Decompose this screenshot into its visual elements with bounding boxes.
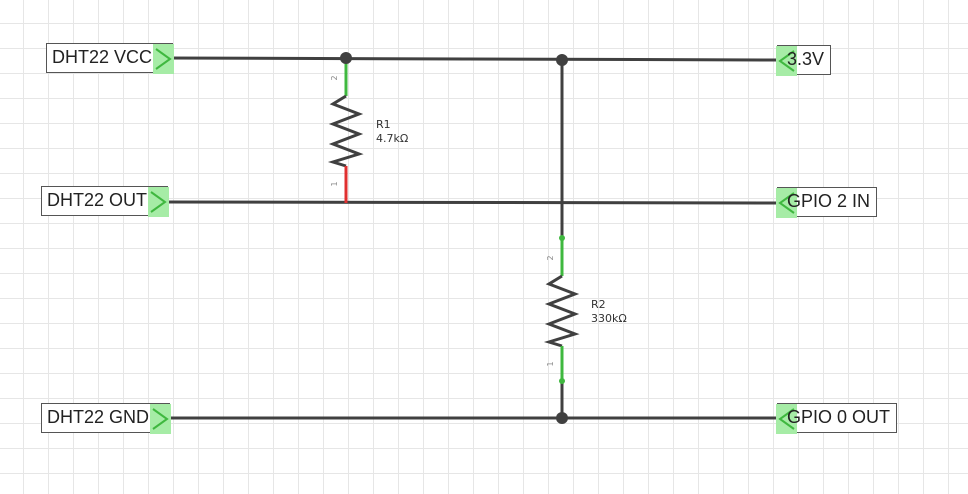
- wire-out-rail[interactable]: [163, 200, 780, 205]
- r2-pin-top-dot: [559, 235, 565, 241]
- r1-pin-top: 2: [330, 75, 339, 80]
- r1-ref: R1: [376, 118, 391, 131]
- net-label-text: 3.3V: [787, 49, 825, 69]
- connector-icon: [148, 187, 170, 217]
- net-label-dht22-gnd[interactable]: DHT22 GND: [41, 403, 172, 434]
- r2-pin-top: 2: [546, 255, 555, 260]
- net-label-text: DHT22 OUT: [47, 190, 148, 210]
- r1-body: [327, 94, 364, 168]
- net-label-gpio2-in[interactable]: GPIO 2 IN: [776, 187, 878, 218]
- net-label-text: GPIO 2 IN: [787, 191, 871, 211]
- net-label-3v3[interactable]: 3.3V: [776, 45, 832, 76]
- r2-pin-bottom: 1: [546, 361, 555, 366]
- connector-icon: [153, 44, 175, 74]
- net-label-text: DHT22 GND: [47, 407, 150, 427]
- junction-gnd-r2: [556, 412, 568, 424]
- r2-value: 330kΩ: [591, 312, 627, 325]
- net-label-dht22-vcc[interactable]: DHT22 VCC: [46, 43, 175, 74]
- connector-icon: [150, 404, 172, 434]
- net-label-gpio0-out[interactable]: GPIO 0 OUT: [776, 403, 898, 434]
- r1-pin-bottom: 1: [330, 181, 339, 186]
- r1-value: 4.7kΩ: [376, 132, 408, 145]
- junction-vcc-r1: [340, 52, 352, 64]
- r2-ref: R2: [591, 298, 606, 311]
- net-label-text: GPIO 0 OUT: [787, 407, 891, 427]
- wire-vcc-rail[interactable]: [163, 56, 780, 62]
- r2-pin-bottom-dot: [559, 378, 565, 384]
- r2-body: [543, 274, 580, 348]
- net-label-dht22-out[interactable]: DHT22 OUT: [41, 186, 170, 217]
- resistor-r1[interactable]: 2 1 R1 4.7kΩ: [327, 58, 408, 203]
- junction-vcc-r2: [556, 54, 568, 66]
- net-label-text: DHT22 VCC: [52, 47, 153, 67]
- resistor-r2[interactable]: 2 1 R2 330kΩ: [543, 235, 627, 384]
